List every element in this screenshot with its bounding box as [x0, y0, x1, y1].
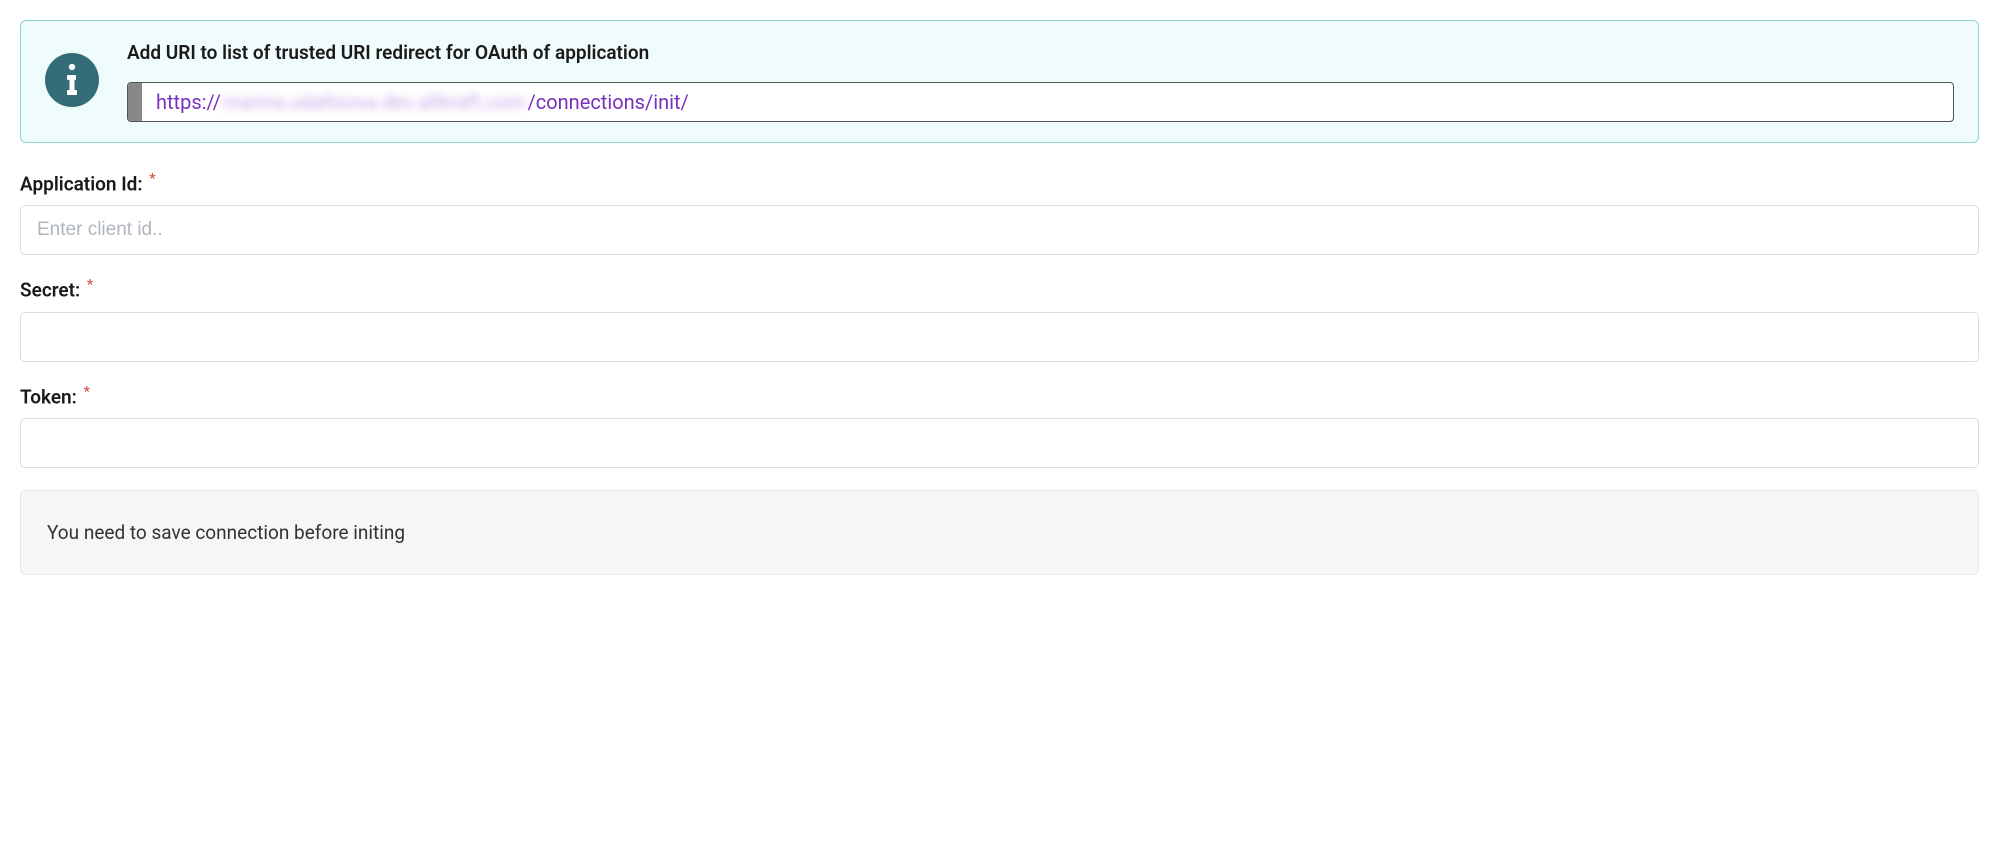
required-asterisk: *	[87, 277, 93, 293]
uri-blurred-host: marina.udaltsova.dev.altkraft.com	[221, 90, 528, 114]
save-note: You need to save connection before initi…	[20, 490, 1979, 575]
field-secret: Secret: *	[20, 277, 1979, 361]
info-icon	[45, 53, 99, 107]
secret-label: Secret: *	[20, 277, 1979, 301]
info-panel: Add URI to list of trusted URI redirect …	[20, 20, 1979, 143]
label-text: Secret:	[20, 279, 80, 302]
required-asterisk: *	[84, 384, 90, 400]
uri-text: https:// marina.udaltsova.dev.altkraft.c…	[142, 84, 703, 120]
application-id-label: Application Id: *	[20, 171, 1979, 195]
field-application-id: Application Id: *	[20, 171, 1979, 255]
token-input[interactable]	[20, 418, 1979, 468]
uri-display[interactable]: https:// marina.udaltsova.dev.altkraft.c…	[127, 82, 1954, 122]
label-text: Token:	[20, 385, 77, 408]
uri-suffix: /connections/init/	[528, 90, 689, 114]
uri-handle	[128, 83, 142, 121]
secret-input[interactable]	[20, 312, 1979, 362]
info-content: Add URI to list of trusted URI redirect …	[127, 41, 1954, 122]
info-title: Add URI to list of trusted URI redirect …	[127, 41, 1954, 64]
application-id-input[interactable]	[20, 205, 1979, 255]
note-text: You need to save connection before initi…	[47, 521, 405, 544]
required-asterisk: *	[149, 171, 155, 187]
token-label: Token: *	[20, 384, 1979, 408]
info-icon-wrap	[45, 53, 99, 107]
field-token: Token: *	[20, 384, 1979, 468]
label-text: Application Id:	[20, 172, 143, 195]
uri-prefix: https://	[156, 90, 221, 114]
